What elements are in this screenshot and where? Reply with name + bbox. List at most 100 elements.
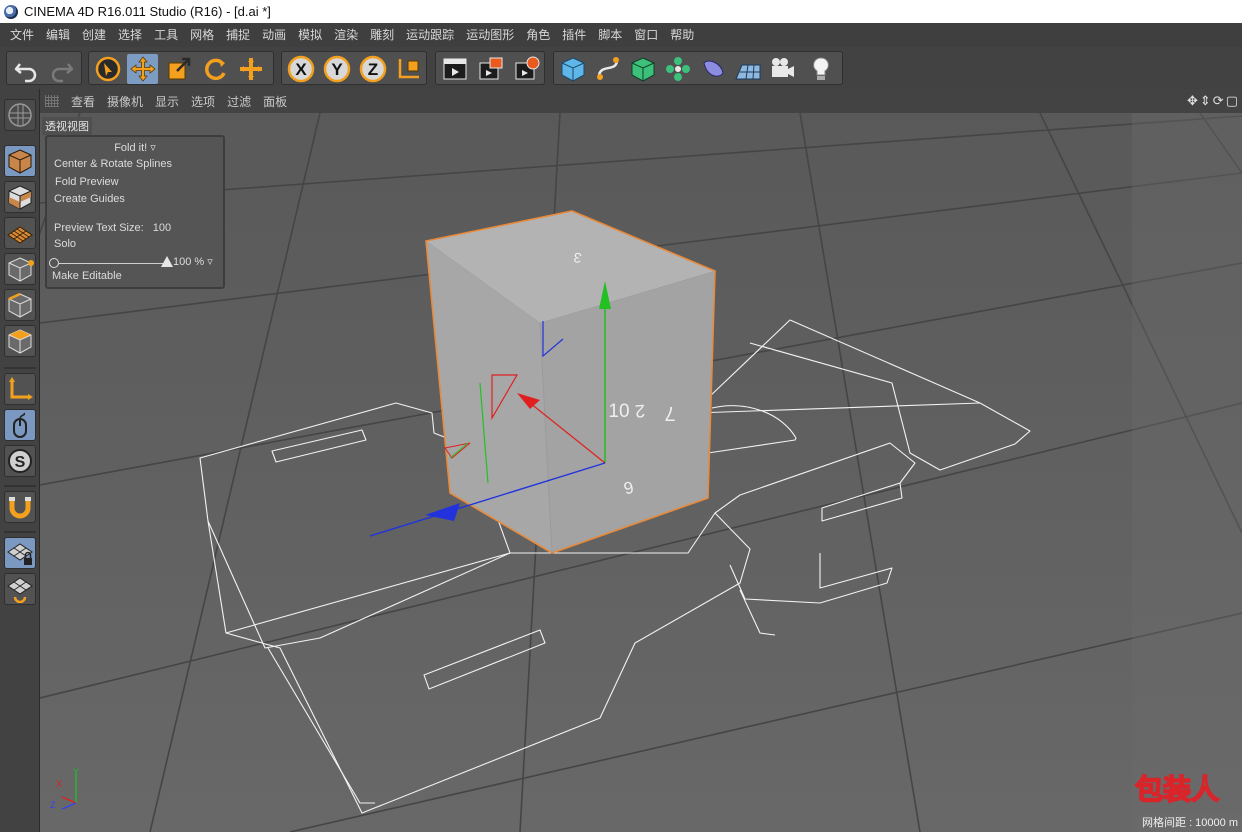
viewport-menu-panel[interactable]: 面板 — [257, 93, 293, 110]
svg-text:Y: Y — [331, 60, 343, 79]
svg-text:Y: Y — [73, 767, 79, 777]
live-select-button[interactable] — [92, 54, 123, 84]
texture-mode-button[interactable] — [4, 181, 36, 213]
redo-icon — [51, 63, 73, 83]
workplane-align-button[interactable] — [4, 573, 36, 605]
model-mode-button[interactable] — [4, 145, 36, 177]
viewport-maximize-icon[interactable]: ▢ — [1226, 93, 1238, 109]
menu-tools[interactable]: 工具 — [148, 23, 184, 47]
solo-checkbox[interactable]: Solo — [54, 238, 76, 250]
menu-file[interactable]: 文件 — [4, 23, 40, 47]
z-axis-lock-button[interactable]: Z — [357, 54, 388, 84]
menu-sculpt[interactable]: 雕刻 — [364, 23, 400, 47]
menu-snap[interactable]: 捕捉 — [220, 23, 256, 47]
menu-mograph[interactable]: 运动图形 — [460, 23, 520, 47]
center-rotate-splines-button[interactable]: Center & Rotate Splines — [54, 158, 172, 170]
viewport-menu-filter[interactable]: 过滤 — [221, 93, 257, 110]
preview-text-size-input[interactable]: 100 — [153, 222, 171, 234]
menu-render[interactable]: 渲染 — [328, 23, 364, 47]
add-tool-button[interactable] — [235, 54, 266, 84]
create-guides-button[interactable]: Create Guides — [54, 193, 125, 205]
light-button[interactable] — [805, 54, 836, 84]
svg-text:Z: Z — [50, 800, 56, 810]
menu-create[interactable]: 创建 — [76, 23, 112, 47]
fold-preview-button[interactable]: Fold Preview — [55, 176, 119, 188]
menu-motion-tracking[interactable]: 运动跟踪 — [400, 23, 460, 47]
edges-mode-icon — [8, 292, 32, 318]
viewport-menu-view[interactable]: 查看 — [65, 93, 101, 110]
points-mode-button[interactable] — [4, 253, 36, 285]
menu-window[interactable]: 窗口 — [628, 23, 664, 47]
coordinate-system-button[interactable] — [393, 54, 424, 84]
subdivision-surface-icon — [631, 57, 654, 82]
grip-icon[interactable] — [45, 95, 59, 107]
menu-character[interactable]: 角色 — [520, 23, 556, 47]
preview-text-size-label: Preview Text Size: — [54, 222, 144, 234]
menu-select[interactable]: 选择 — [112, 23, 148, 47]
fold-percent-slider[interactable] — [59, 263, 167, 264]
undo-button[interactable] — [10, 54, 41, 84]
menu-animate[interactable]: 动画 — [256, 23, 292, 47]
viewport-menu-options[interactable]: 选项 — [185, 93, 221, 110]
add-icon — [239, 58, 262, 80]
texture-mode-icon — [8, 185, 32, 210]
main-toolbar: X Y Z — [0, 47, 1242, 89]
snap-button[interactable] — [4, 491, 36, 523]
edit-render-settings-icon — [515, 56, 539, 80]
menu-edit[interactable]: 编辑 — [40, 23, 76, 47]
viewport-menu-display[interactable]: 显示 — [149, 93, 185, 110]
make-editable-button[interactable]: Make Editable — [52, 270, 122, 282]
light-icon — [812, 57, 829, 80]
solo-mode-button[interactable]: S — [4, 445, 36, 477]
perspective-viewport[interactable]: 3 2 10 7 6 透视视图 Fold it! ▿ Center & Rota… — [40, 113, 1242, 832]
edit-render-settings-button[interactable] — [511, 54, 542, 84]
redo-button[interactable] — [46, 54, 77, 84]
fold-slider-handle[interactable] — [161, 256, 173, 267]
toolbar-separator — [4, 367, 36, 369]
grid-spacing-status: 网格间距 : 10000 m — [1138, 814, 1242, 832]
cloner-button[interactable] — [662, 54, 693, 84]
model-mode-icon — [8, 149, 32, 174]
axis-mode-button[interactable] — [4, 373, 36, 405]
subdivision-surface-button[interactable] — [627, 54, 658, 84]
workplane-lock-button[interactable] — [4, 537, 36, 569]
render-view-button[interactable] — [439, 54, 470, 84]
spline-pen-button[interactable] — [592, 54, 623, 84]
menu-simulate[interactable]: 模拟 — [292, 23, 328, 47]
fold-it-title[interactable]: Fold it! ▿ — [47, 141, 223, 154]
scale-button[interactable] — [163, 54, 194, 84]
floor-button[interactable] — [732, 54, 763, 84]
rotate-button[interactable] — [199, 54, 230, 84]
polygons-mode-button[interactable] — [4, 325, 36, 357]
chevron-down-icon: ▿ — [150, 142, 156, 154]
y-axis-lock-icon: Y — [323, 55, 350, 83]
edges-mode-button[interactable] — [4, 289, 36, 321]
deformer-button[interactable] — [697, 54, 728, 84]
camera-button[interactable] — [767, 54, 798, 84]
workplane-mode-button[interactable] — [4, 217, 36, 249]
menu-plugins[interactable]: 插件 — [556, 23, 592, 47]
tweak-mode-icon — [13, 412, 27, 438]
x-axis-lock-button[interactable]: X — [285, 54, 316, 84]
cube-button[interactable] — [557, 54, 588, 84]
fold-slider-start-knob[interactable] — [49, 258, 59, 268]
render-picture-viewer-button[interactable] — [475, 54, 506, 84]
solo-mode-icon: S — [8, 449, 32, 473]
menu-mesh[interactable]: 网格 — [184, 23, 220, 47]
move-button[interactable] — [127, 54, 158, 84]
menu-script[interactable]: 脚本 — [592, 23, 628, 47]
fold-percent-value[interactable]: 100 % ▿ — [173, 255, 213, 268]
toolbar-separator — [4, 485, 36, 487]
viewport-rotate-icon[interactable]: ⟳ — [1213, 93, 1224, 109]
svg-text:X: X — [56, 779, 62, 789]
make-editable-icon — [8, 103, 32, 127]
menu-help[interactable]: 帮助 — [664, 23, 700, 47]
viewport-zoom-icon[interactable]: ⇕ — [1200, 93, 1211, 109]
viewport-menu-cameras[interactable]: 摄像机 — [101, 93, 149, 110]
cube-icon — [561, 57, 584, 82]
viewport-move-icon[interactable]: ✥ — [1187, 93, 1198, 109]
z-axis-lock-icon: Z — [359, 55, 386, 83]
tweak-mode-button[interactable] — [4, 409, 36, 441]
make-editable-button[interactable] — [4, 99, 36, 131]
y-axis-lock-button[interactable]: Y — [321, 54, 352, 84]
